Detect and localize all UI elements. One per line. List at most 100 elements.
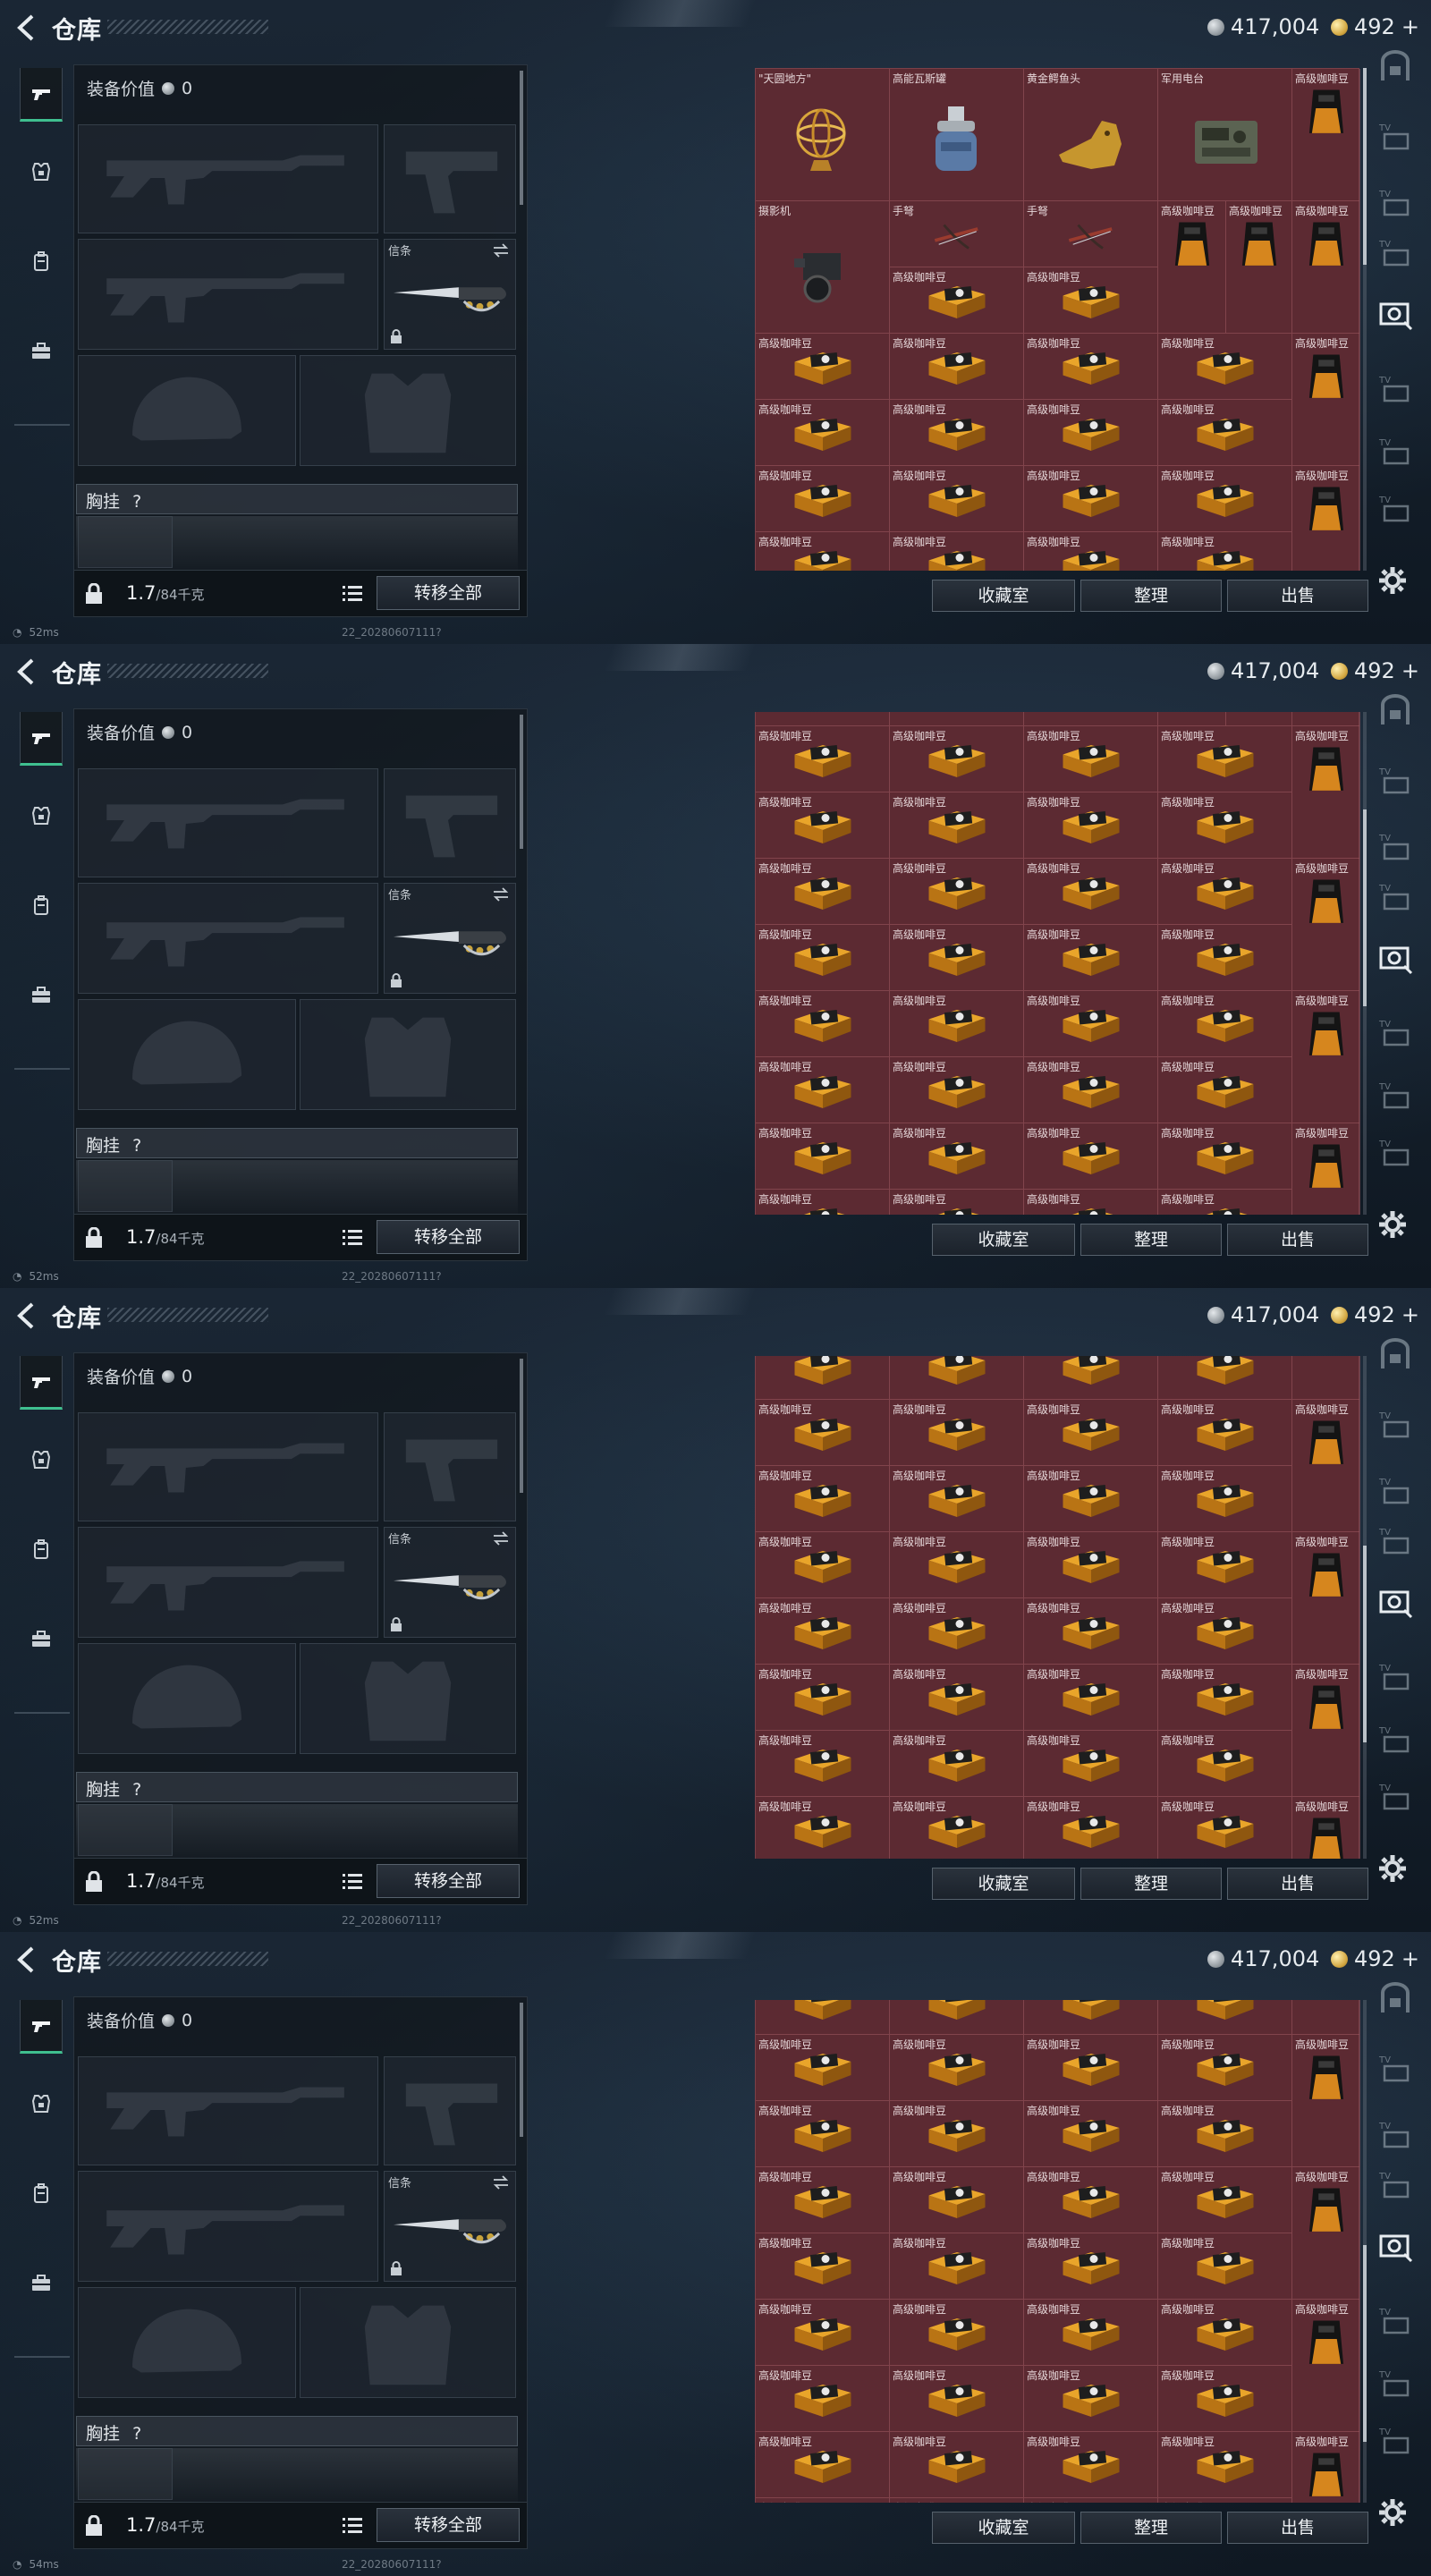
safe-icon[interactable]: [1377, 1338, 1413, 1372]
storage-item-coffee-box[interactable]: 高级咖啡豆: [1158, 532, 1292, 571]
tab-case[interactable]: [20, 324, 63, 377]
pistol-slot[interactable]: [384, 124, 516, 233]
storage-item-armillary-sphere[interactable]: "天圆地方": [756, 69, 890, 201]
storage-item-coffee-box[interactable]: 高级咖啡豆: [1158, 925, 1292, 991]
sort-button[interactable]: 整理: [1080, 1868, 1222, 1900]
storage-scrollbar[interactable]: [1363, 68, 1367, 571]
chest-rig-header[interactable]: 胸挂 ?: [76, 2416, 518, 2446]
gold-plus[interactable]: +: [1401, 1946, 1419, 1971]
storage-item-coffee-box[interactable]: 高级咖啡豆: [1024, 2498, 1158, 2503]
storage-item-coffee-box[interactable]: 高级咖啡豆: [756, 1598, 890, 1665]
gold-plus[interactable]: +: [1401, 14, 1419, 39]
storage-item-coffee-box[interactable]: 高级咖啡豆: [1158, 466, 1292, 532]
safe-icon[interactable]: [1377, 694, 1413, 728]
transfer-all-button[interactable]: 转移全部: [377, 1220, 520, 1254]
storage-item-coffee-box[interactable]: 高级咖啡豆: [1024, 466, 1158, 532]
storage-grid-viewport[interactable]: "天圆地方"高能瓦斯罐黄金鳄鱼头军用电台高级咖啡豆摄影机手弩手弩高级咖啡豆高级咖…: [755, 2000, 1367, 2503]
storage-item-coffee-box[interactable]: 高级咖啡豆: [890, 712, 1024, 726]
gold-plus[interactable]: +: [1401, 1302, 1419, 1327]
storage-item-military-radio[interactable]: 军用电台: [1158, 69, 1292, 201]
storage-item-coffee-box[interactable]: 高级咖啡豆: [756, 1057, 890, 1123]
storage-grid-viewport[interactable]: "天圆地方"高能瓦斯罐黄金鳄鱼头军用电台高级咖啡豆摄影机手弩手弩高级咖啡豆高级咖…: [755, 1356, 1367, 1859]
storage-item-coffee-box[interactable]: 高级咖啡豆: [1158, 1598, 1292, 1665]
storage-scrollbar-thumb[interactable]: [1363, 68, 1367, 265]
storage-item-coffee-box[interactable]: 高级咖啡豆: [1024, 1190, 1158, 1215]
back-arrow-icon[interactable]: [13, 13, 38, 43]
storage-item-coffee-box[interactable]: 高级咖啡豆: [1024, 2233, 1158, 2300]
tab-case[interactable]: [20, 2256, 63, 2309]
pistol-slot[interactable]: [384, 1412, 516, 1521]
storage-item-coffee-box[interactable]: 高级咖啡豆: [890, 1356, 1024, 1400]
armor-slot[interactable]: [300, 355, 516, 466]
storage-item-coffee-box[interactable]: 高级咖啡豆: [1024, 991, 1158, 1057]
tab-weapons[interactable]: [20, 712, 63, 766]
storage-item-coffee-box[interactable]: 高级咖啡豆: [1158, 2035, 1292, 2101]
pistol-slot[interactable]: [384, 768, 516, 877]
storage-item-coffee-bag[interactable]: 高级咖啡豆: [1292, 1665, 1360, 1797]
storage-item-golden-crocodile-head[interactable]: 黄金鳄鱼头: [1024, 69, 1158, 201]
storage-item-coffee-box[interactable]: 高级咖啡豆: [890, 792, 1024, 859]
storage-item-coffee-bag[interactable]: 高级咖啡豆: [1292, 2432, 1360, 2503]
storage-item-coffee-box[interactable]: 高级咖啡豆: [756, 1532, 890, 1598]
tv-icon[interactable]: TV: [1377, 236, 1413, 270]
storage-item-coffee-bag[interactable]: 高级咖啡豆: [1292, 1797, 1360, 1859]
gold-plus[interactable]: +: [1401, 658, 1419, 683]
sell-button[interactable]: 出售: [1227, 1224, 1368, 1256]
tab-backpack[interactable]: [20, 878, 63, 932]
storage-item-coffee-box[interactable]: 高级咖啡豆: [756, 400, 890, 466]
storage-item-coffee-bag[interactable]: 高级咖啡豆: [1292, 2167, 1360, 2300]
equipment-scrollbar[interactable]: [520, 2003, 523, 2137]
tab-weapons[interactable]: [20, 1356, 63, 1410]
storage-item-coffee-box[interactable]: 高级咖啡豆: [1158, 991, 1292, 1057]
storage-item-coffee-box[interactable]: 高级咖啡豆: [1158, 1190, 1292, 1215]
storage-item-coffee-box[interactable]: 高级咖啡豆: [1158, 2233, 1292, 2300]
sell-button[interactable]: 出售: [1227, 1868, 1368, 1900]
tab-armor[interactable]: [20, 2077, 63, 2131]
transfer-all-button[interactable]: 转移全部: [377, 576, 520, 610]
storage-item-coffee-box[interactable]: 高级咖啡豆: [890, 2000, 1024, 2035]
secondary-weapon-slot[interactable]: [78, 1527, 378, 1638]
storage-item-coffee-box[interactable]: 高级咖啡豆: [890, 2035, 1024, 2101]
tv-icon[interactable]: TV: [1377, 1079, 1413, 1113]
tv-icon[interactable]: TV: [1377, 764, 1413, 798]
melee-slot[interactable]: 信条: [384, 239, 516, 350]
storage-item-coffee-bag[interactable]: 高级咖啡豆: [1292, 2035, 1360, 2167]
storage-item-coffee-box[interactable]: 高级咖啡豆: [756, 792, 890, 859]
storage-item-coffee-box[interactable]: 高级咖啡豆: [1024, 2035, 1158, 2101]
storage-item-coffee-box[interactable]: 高级咖啡豆: [890, 726, 1024, 792]
storage-item-coffee-box[interactable]: 高级咖啡豆: [756, 532, 890, 571]
sell-button[interactable]: 出售: [1227, 580, 1368, 612]
storage-item-coffee-box[interactable]: 高级咖啡豆: [890, 859, 1024, 925]
storage-item-coffee-box[interactable]: 高级咖啡豆: [1024, 792, 1158, 859]
helmet-slot[interactable]: [78, 999, 296, 1110]
chest-rig-header[interactable]: 胸挂 ?: [76, 484, 518, 514]
armor-slot[interactable]: [300, 2287, 516, 2398]
storage-item-coffee-box[interactable]: 高级咖啡豆: [1158, 2101, 1292, 2167]
storage-item-coffee-bag[interactable]: 高级咖啡豆: [1226, 201, 1292, 334]
tab-backpack[interactable]: [20, 234, 63, 288]
collection-room-button[interactable]: 收藏室: [932, 580, 1075, 612]
storage-item-coffee-box[interactable]: 高级咖啡豆: [1158, 1123, 1292, 1190]
storage-item-coffee-box[interactable]: 高级咖啡豆: [756, 1731, 890, 1797]
sell-button[interactable]: 出售: [1227, 2512, 1368, 2544]
storage-item-coffee-box[interactable]: 高级咖啡豆: [1024, 2101, 1158, 2167]
storage-item-coffee-box[interactable]: 高级咖啡豆: [756, 1190, 890, 1215]
storage-item-coffee-box[interactable]: 高级咖啡豆: [1158, 1400, 1292, 1466]
storage-item-coffee-box[interactable]: 高级咖啡豆: [756, 2366, 890, 2432]
storage-item-coffee-box[interactable]: 高级咖啡豆: [1158, 2432, 1292, 2498]
storage-item-coffee-box[interactable]: 高级咖啡豆: [890, 2233, 1024, 2300]
storage-item-coffee-bag[interactable]: 高级咖啡豆: [1226, 712, 1292, 726]
storage-item-coffee-box[interactable]: 高级咖啡豆: [1024, 925, 1158, 991]
storage-item-video-camera[interactable]: 摄影机: [756, 712, 890, 726]
tv-icon[interactable]: TV: [1377, 1016, 1413, 1050]
storage-item-coffee-box[interactable]: 高级咖啡豆: [1024, 1123, 1158, 1190]
tab-armor[interactable]: [20, 145, 63, 199]
tv-icon[interactable]: TV: [1377, 2304, 1413, 2338]
storage-item-coffee-box[interactable]: 高级咖啡豆: [756, 925, 890, 991]
storage-item-coffee-box[interactable]: 高级咖啡豆: [1158, 1731, 1292, 1797]
helmet-slot[interactable]: [78, 2287, 296, 2398]
storage-item-coffee-box[interactable]: 高级咖啡豆: [890, 2300, 1024, 2366]
storage-item-coffee-box[interactable]: 高级咖啡豆: [890, 466, 1024, 532]
storage-item-coffee-box[interactable]: 高级咖啡豆: [890, 1123, 1024, 1190]
storage-item-coffee-box[interactable]: 高级咖啡豆: [890, 1057, 1024, 1123]
